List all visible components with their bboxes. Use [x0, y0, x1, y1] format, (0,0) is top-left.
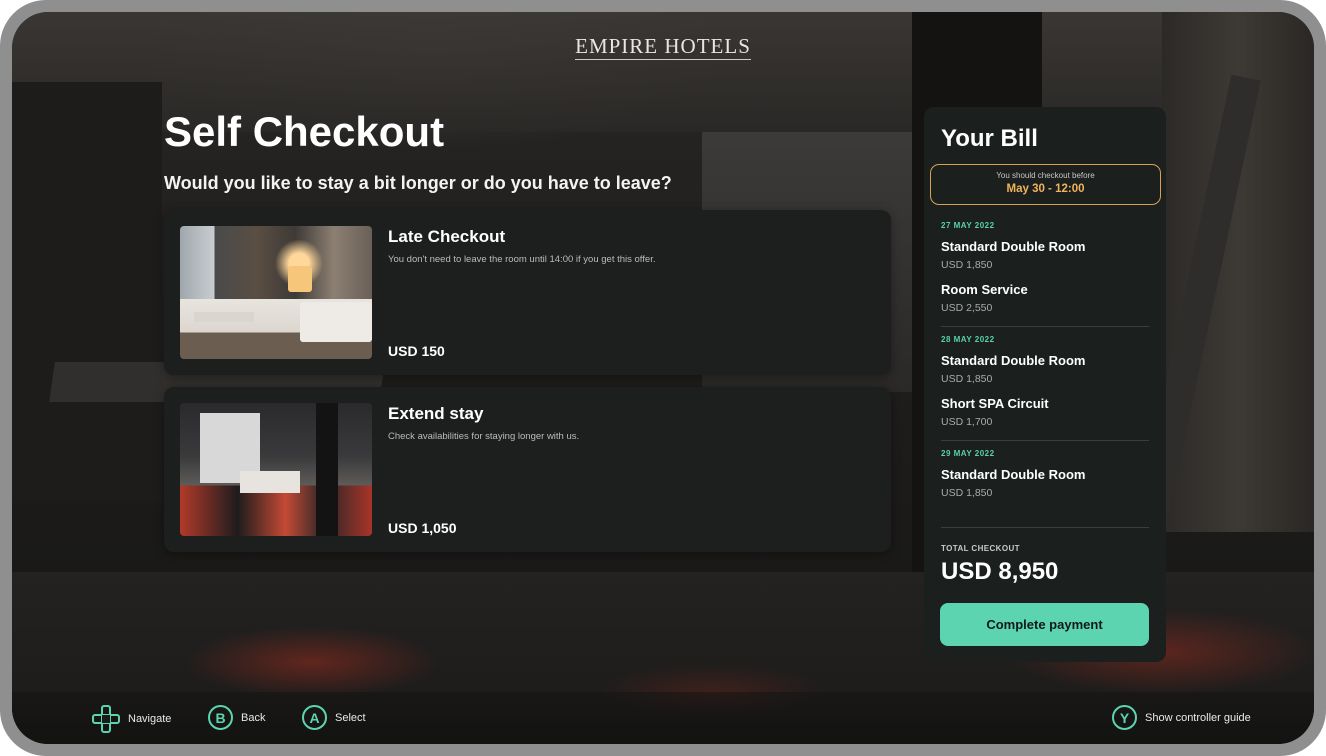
bill-item-name: Standard Double Room — [941, 467, 1086, 482]
page-title: Self Checkout — [164, 108, 445, 155]
offer-info: Late Checkout You don't need to leave th… — [388, 226, 871, 359]
device-frame: EMPIRE HOTELS Self Checkout Would you li… — [0, 0, 1326, 756]
bill-day: 28 MAY 2022 Standard Double Room USD 1,8… — [941, 335, 1149, 428]
bill-item-price: USD 1,850 — [941, 259, 993, 271]
bill-item: Standard Double Room USD 1,850 — [941, 353, 1149, 385]
total-value: USD 8,950 — [941, 558, 1059, 585]
offer-description: Check availabilities for staying longer … — [388, 431, 580, 442]
hint-back[interactable]: B Back — [208, 705, 265, 730]
offer-title: Extend stay — [388, 404, 484, 423]
bill-items-list[interactable]: 27 MAY 2022 Standard Double Room USD 1,8… — [941, 213, 1149, 527]
pillar-shape — [316, 403, 338, 536]
bill-item: Room Service USD 2,550 — [941, 282, 1149, 314]
complete-payment-button[interactable]: Complete payment — [940, 603, 1149, 646]
total-divider — [941, 527, 1149, 528]
hint-guide-label: Show controller guide — [1145, 711, 1251, 724]
bed-shape — [300, 302, 372, 342]
y-button-icon: Y — [1112, 705, 1137, 730]
hint-select-label: Select — [335, 711, 366, 724]
offer-card-late-checkout[interactable]: Late Checkout You don't need to leave th… — [164, 210, 891, 375]
bill-item-price: USD 1,850 — [941, 487, 993, 499]
bill-day: 27 MAY 2022 Standard Double Room USD 1,8… — [941, 221, 1149, 314]
bed-shape — [240, 471, 300, 493]
bill-divider — [941, 440, 1149, 441]
bill-day-date: 29 MAY 2022 — [941, 449, 995, 458]
b-button-icon: B — [208, 705, 233, 730]
deadline-value: May 30 - 12:00 — [1006, 183, 1085, 195]
bill-item: Standard Double Room USD 1,850 — [941, 467, 1149, 499]
background-wall — [12, 82, 162, 502]
total-label: TOTAL CHECKOUT — [941, 544, 1020, 553]
bill-day: 29 MAY 2022 Standard Double Room USD 1,8… — [941, 449, 1149, 499]
checkout-deadline-box: You should checkout before May 30 - 12:0… — [930, 164, 1161, 205]
offer-info: Extend stay Check availabilities for sta… — [388, 403, 871, 536]
list-fade — [941, 517, 1149, 527]
controller-hints-bar: Navigate B Back A Select Y Show controll… — [12, 692, 1314, 744]
offer-price: USD 1,050 — [388, 520, 457, 536]
screen: EMPIRE HOTELS Self Checkout Would you li… — [12, 12, 1314, 744]
hint-controller-guide[interactable]: Y Show controller guide — [1112, 705, 1251, 730]
hint-navigate-label: Navigate — [128, 713, 172, 725]
hotel-room-photo — [180, 226, 372, 359]
bill-item-price: USD 1,850 — [941, 373, 993, 385]
bill-item-name: Short SPA Circuit — [941, 396, 1049, 411]
hint-navigate: Navigate — [92, 705, 171, 733]
offer-card-extend-stay[interactable]: Extend stay Check availabilities for sta… — [164, 387, 891, 552]
bill-item: Standard Double Room USD 1,850 — [941, 239, 1149, 271]
lamp-shape — [288, 266, 312, 292]
offer-description: You don't need to leave the room until 1… — [388, 254, 656, 265]
bill-item-name: Room Service — [941, 282, 1028, 297]
brand-logo: EMPIRE HOTELS — [12, 34, 1314, 60]
desk-shape — [194, 312, 254, 322]
a-button-icon: A — [302, 705, 327, 730]
bill-item-price: USD 1,700 — [941, 416, 993, 428]
offer-title: Late Checkout — [388, 227, 506, 246]
bill-item: Short SPA Circuit USD 1,700 — [941, 396, 1149, 428]
brand-name: EMPIRE HOTELS — [575, 34, 751, 60]
bill-day-date: 27 MAY 2022 — [941, 221, 995, 230]
bill-item-price: USD 2,550 — [941, 302, 993, 314]
bill-item-name: Standard Double Room — [941, 239, 1086, 254]
bill-divider — [941, 326, 1149, 327]
bill-day-date: 28 MAY 2022 — [941, 335, 995, 344]
hotel-suite-photo — [180, 403, 372, 536]
offer-price: USD 150 — [388, 343, 445, 359]
hint-back-label: Back — [241, 711, 266, 724]
hint-select[interactable]: A Select — [302, 705, 366, 730]
dpad-icon — [92, 705, 120, 733]
bill-title: Your Bill — [941, 125, 1038, 152]
bill-item-name: Standard Double Room — [941, 353, 1086, 368]
page-subtitle: Would you like to stay a bit longer or d… — [164, 173, 672, 193]
deadline-label: You should checkout before — [996, 171, 1095, 180]
bill-panel: Your Bill You should checkout before May… — [924, 107, 1166, 662]
